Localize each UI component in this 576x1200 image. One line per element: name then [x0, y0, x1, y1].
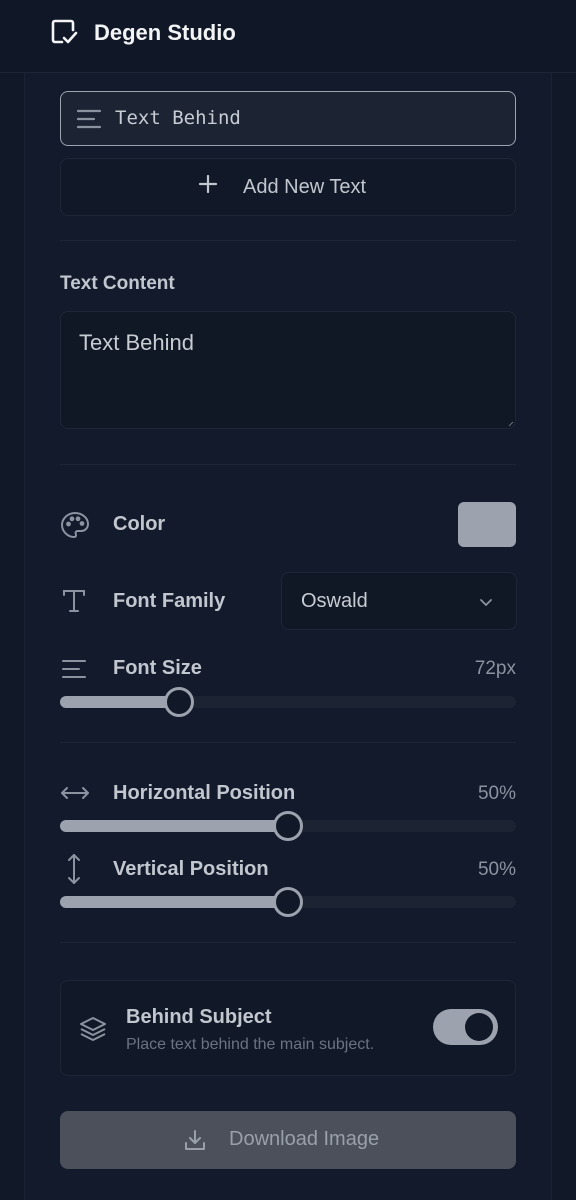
align-left-icon — [76, 108, 102, 130]
plus-icon — [198, 174, 218, 194]
app-logo-icon — [50, 18, 80, 48]
font-family-select[interactable]: Oswald — [281, 572, 517, 630]
font-size-slider-thumb[interactable] — [163, 687, 194, 717]
font-family-label: Font Family — [113, 590, 226, 612]
download-icon — [183, 1128, 207, 1152]
download-image-label: Download Image — [229, 1128, 380, 1150]
layer-item-text-behind[interactable]: Text Behind — [60, 91, 516, 146]
vertical-position-slider[interactable] — [60, 887, 516, 917]
divider — [60, 942, 516, 943]
divider — [60, 742, 516, 743]
chevron-down-icon — [478, 594, 494, 610]
toggle-knob — [465, 1013, 493, 1041]
app-header: Degen Studio — [0, 0, 576, 73]
arrows-vertical-icon — [65, 853, 83, 885]
text-content-input[interactable]: Text Behind — [60, 311, 516, 429]
behind-subject-title: Behind Subject — [126, 1006, 272, 1028]
vertical-position-slider-thumb[interactable] — [273, 887, 303, 917]
app-title: Degen Studio — [94, 20, 236, 45]
font-size-label: Font Size — [113, 657, 202, 679]
text-content-label: Text Content — [60, 273, 175, 294]
add-new-text-label: Add New Text — [243, 176, 367, 198]
vertical-position-slider-fill — [60, 896, 288, 908]
horizontal-position-label: Horizontal Position — [113, 782, 296, 804]
resize-handle-icon[interactable] — [508, 421, 514, 427]
color-label: Color — [113, 513, 166, 535]
vertical-position-value: 50% — [477, 859, 516, 880]
text-size-icon — [61, 658, 87, 680]
divider — [60, 464, 516, 465]
behind-subject-card: Behind Subject Place text behind the mai… — [60, 980, 516, 1076]
color-swatch[interactable] — [458, 502, 516, 547]
divider — [60, 240, 516, 241]
horizontal-position-slider-thumb[interactable] — [273, 811, 303, 841]
horizontal-position-slider-fill — [60, 820, 288, 832]
text-content-value: Text Behind — [79, 330, 194, 355]
font-family-value: Oswald — [301, 590, 368, 612]
behind-subject-description: Place text behind the main subject. — [126, 1036, 375, 1053]
font-size-slider[interactable] — [60, 687, 516, 717]
horizontal-position-value: 50% — [477, 783, 516, 804]
arrows-horizontal-icon — [60, 784, 90, 802]
add-new-text-button[interactable]: Add New Text — [60, 158, 516, 216]
font-size-slider-fill — [60, 696, 179, 708]
behind-subject-toggle[interactable] — [433, 1009, 498, 1045]
vertical-position-label: Vertical Position — [113, 858, 269, 880]
layers-icon — [79, 1015, 107, 1043]
horizontal-position-slider[interactable] — [60, 811, 516, 841]
font-size-value: 72px — [474, 658, 516, 679]
type-icon — [62, 589, 86, 613]
layer-label: Text Behind — [115, 107, 241, 129]
download-image-button[interactable]: Download Image — [60, 1111, 516, 1169]
palette-icon — [60, 511, 90, 539]
